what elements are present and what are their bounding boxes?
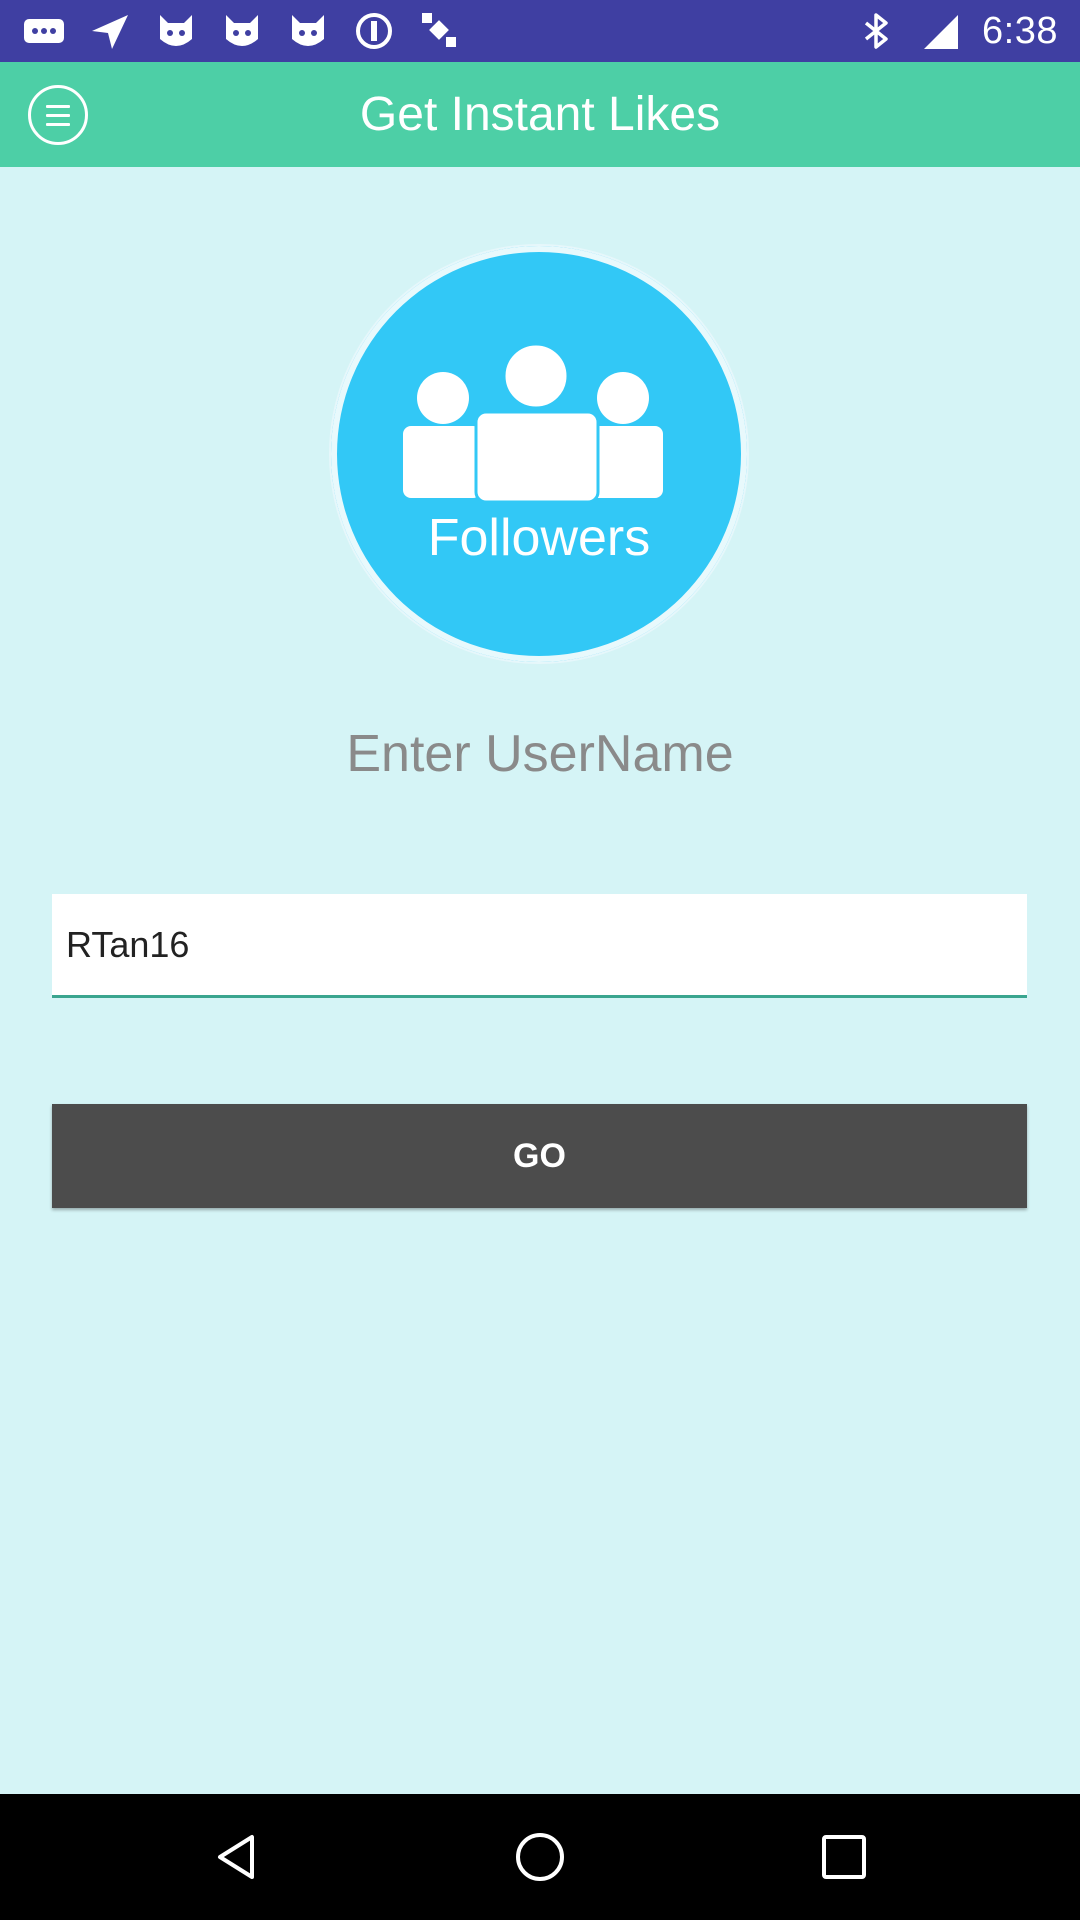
logo-label: Followers (427, 509, 651, 567)
status-left-icons (22, 0, 462, 62)
cat-face-icon (220, 9, 264, 53)
cat-face-icon (154, 9, 198, 53)
clock: 6:38 (982, 9, 1058, 52)
navigation-arrow-icon (88, 9, 132, 53)
bluetooth-icon (854, 9, 898, 53)
home-icon (516, 1833, 564, 1881)
app-title: Get Instant Likes (359, 88, 721, 141)
back-icon (218, 1835, 254, 1879)
recents-icon (822, 1835, 866, 1879)
navigation-bar (0, 1794, 1080, 1920)
signal-icon (918, 9, 962, 53)
cat-face-icon (286, 9, 330, 53)
status-bar: 6:38 (0, 0, 1080, 62)
username-input[interactable] (52, 894, 1027, 998)
sync-icon (352, 9, 396, 53)
username-prompt: Enter UserName (346, 725, 734, 783)
group-icon (403, 342, 663, 504)
recents-button[interactable] (814, 1827, 874, 1887)
satellite-icon (418, 9, 462, 53)
more-dots-icon (22, 9, 66, 53)
followers-logo: Followers (331, 246, 747, 662)
app-bar: Get Instant Likes (0, 62, 1080, 167)
go-button[interactable]: GO (52, 1104, 1027, 1208)
home-button[interactable] (510, 1827, 570, 1887)
status-right-icons: 6:38 (854, 0, 1058, 62)
back-button[interactable] (208, 1827, 268, 1887)
